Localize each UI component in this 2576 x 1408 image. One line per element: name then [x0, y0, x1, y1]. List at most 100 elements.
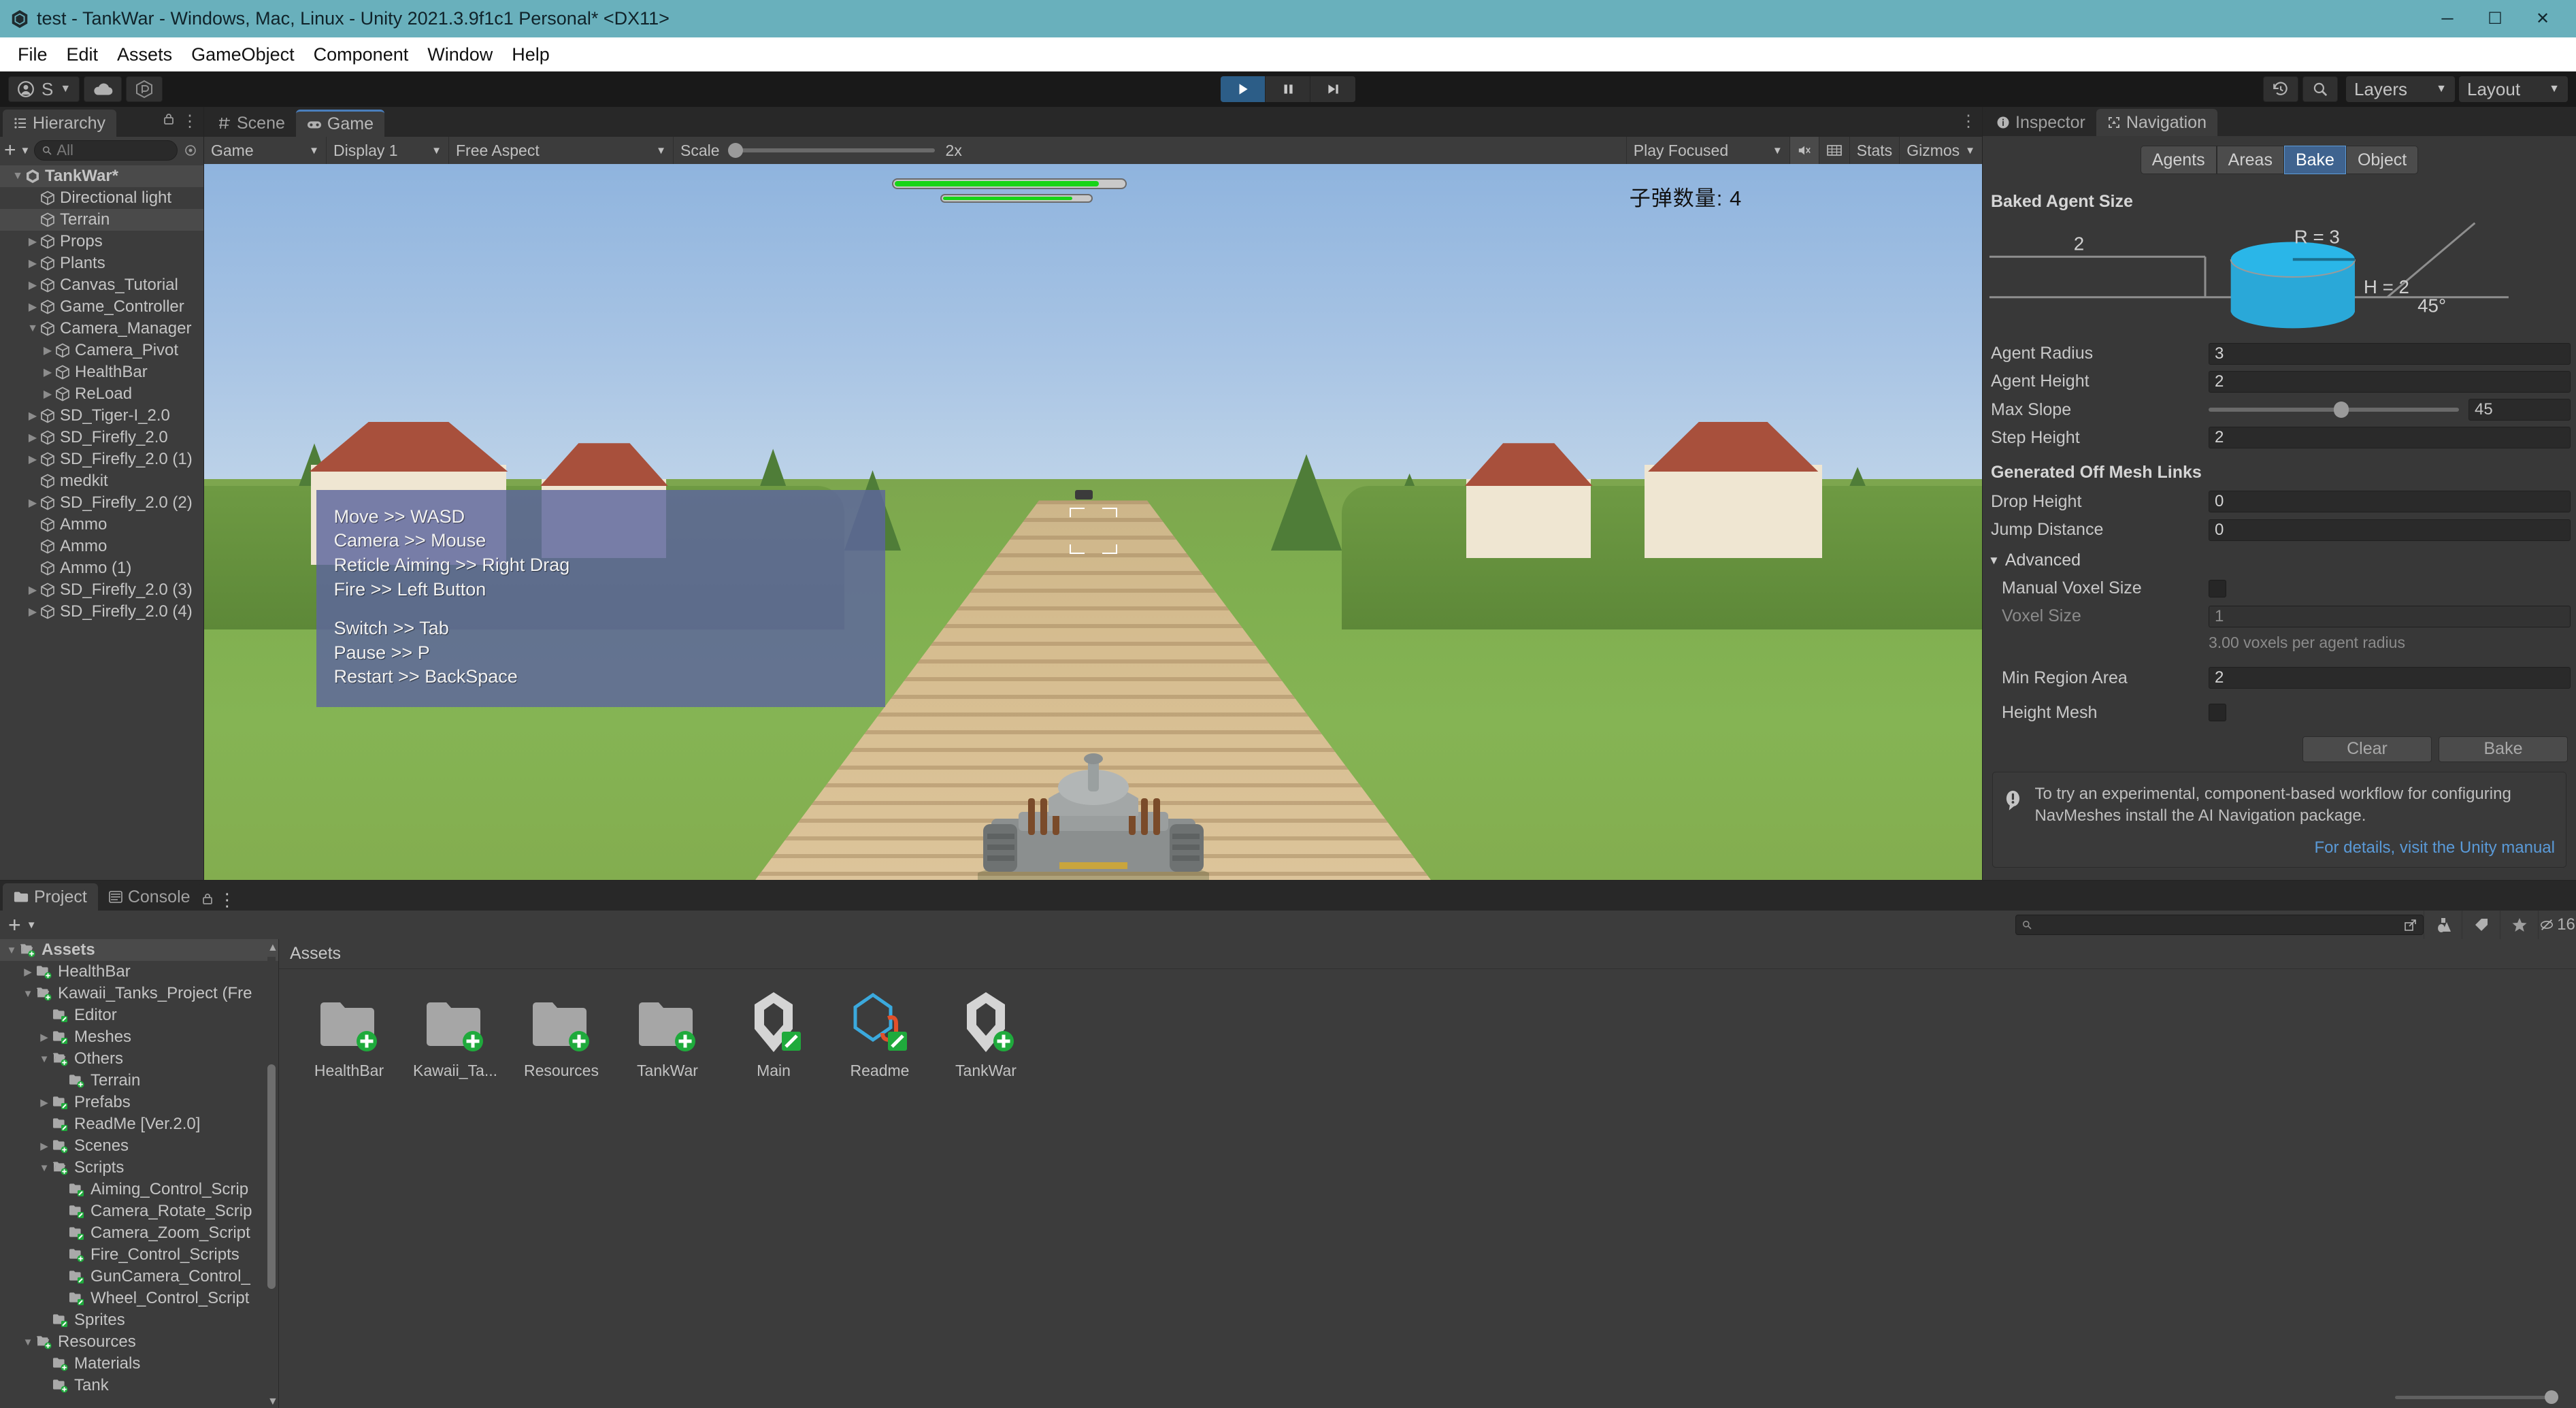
hierarchy-item-game-controller[interactable]: ▶ Game_Controller	[0, 296, 203, 318]
hierarchy-item-directional-light[interactable]: Directional light	[0, 187, 203, 209]
tab-scene[interactable]: Scene	[207, 110, 296, 137]
project-tree-item-sprites[interactable]: Sprites	[0, 1309, 278, 1331]
disclosure-triangle-icon[interactable]: ▶	[26, 300, 39, 314]
field-agent-height-input[interactable]: 2	[2209, 370, 2571, 393]
field-max-slope-value[interactable]: 45	[2468, 399, 2571, 421]
tab-inspector[interactable]: Inspector	[1985, 109, 2096, 137]
disclosure-triangle-icon[interactable]: ▶	[26, 257, 39, 270]
disclosure-triangle-icon[interactable]: ▶	[26, 235, 39, 248]
project-tree-item-others[interactable]: ▼ Others	[0, 1048, 278, 1070]
project-search-input[interactable]	[2015, 915, 2424, 935]
field-drop-height[interactable]: Drop Height 0	[1983, 488, 2576, 516]
scroll-down-icon[interactable]: ▼	[267, 1396, 278, 1408]
project-tree-item-fire-control-scripts[interactable]: Fire_Control_Scripts	[0, 1244, 278, 1266]
asset-card[interactable]: Readme	[833, 988, 927, 1080]
project-tree-item-camera-rotate-scrip[interactable]: Camera_Rotate_Scrip	[0, 1200, 278, 1222]
asset-card[interactable]: TankWar	[621, 988, 714, 1080]
play-button[interactable]	[1221, 76, 1266, 102]
project-tree-item-kawaii-tanks-project-fre[interactable]: ▼ Kawaii_Tanks_Project (Fre	[0, 983, 278, 1004]
project-lock-icon[interactable]	[201, 889, 218, 910]
project-tree-item-resources[interactable]: ▼ Resources	[0, 1331, 278, 1353]
asset-card[interactable]: Resources	[514, 988, 608, 1080]
disclosure-triangle-icon[interactable]: ▶	[37, 1096, 52, 1109]
disclosure-triangle-icon[interactable]: ▶	[41, 344, 54, 357]
game-target-dropdown[interactable]: Game ▼	[204, 137, 327, 164]
tab-navigation[interactable]: Navigation	[2096, 109, 2217, 137]
disclosure-triangle-icon[interactable]: ▶	[41, 387, 54, 401]
zoom-track[interactable]	[2395, 1390, 2558, 1404]
hierarchy-item-ammo[interactable]: Ammo	[0, 536, 203, 557]
asset-card[interactable]: TankWar	[939, 988, 1033, 1080]
game-scale-slider[interactable]: Scale 2x	[674, 137, 1627, 164]
project-tree-item-scripts[interactable]: ▼ Scripts	[0, 1157, 278, 1179]
zoom-knob[interactable]	[2545, 1390, 2558, 1404]
project-tree-item-terrain[interactable]: Terrain	[0, 1070, 278, 1092]
filter-label-icon[interactable]	[2462, 911, 2500, 939]
bake-button[interactable]: Bake	[2439, 736, 2568, 762]
menu-gameobject[interactable]: GameObject	[182, 37, 304, 71]
project-tree-item-tank[interactable]: Tank	[0, 1375, 278, 1396]
disclosure-triangle-icon[interactable]: ▼	[4, 945, 19, 956]
cloud-button[interactable]	[84, 76, 122, 102]
field-agent-radius[interactable]: Agent Radius 3	[1983, 340, 2576, 367]
disclosure-triangle-icon[interactable]: ▼	[26, 323, 39, 335]
hierarchy-item-ammo[interactable]: Ammo	[0, 514, 203, 536]
tab-hierarchy[interactable]: Hierarchy	[3, 110, 116, 137]
field-max-slope[interactable]: Max Slope 45	[1983, 395, 2576, 423]
game-gizmos-dropdown[interactable]: Gizmos ▼	[1900, 137, 1982, 164]
project-tree-scrollbar[interactable]: ▲ ▼	[266, 942, 278, 1408]
services-button[interactable]	[126, 76, 163, 102]
hierarchy-tree[interactable]: ▼ TankWar* Directional light Terrain ▶ Pr…	[0, 164, 203, 880]
nav-tab-bake[interactable]: Bake	[2283, 146, 2346, 175]
hierarchy-item-sd-firefly-2-0-3[interactable]: ▶ SD_Firefly_2.0 (3)	[0, 579, 203, 601]
maximize-button[interactable]: ☐	[2471, 0, 2519, 37]
game-playmode-dropdown[interactable]: Play Focused ▼	[1627, 137, 1790, 164]
disclosure-triangle-icon[interactable]: ▼	[20, 988, 35, 1000]
project-tree-item-readme-ver-2-0[interactable]: ReadMe [Ver.2.0]	[0, 1113, 278, 1135]
game-display-dropdown[interactable]: Display 1 ▼	[327, 137, 449, 164]
nav-tab-object[interactable]: Object	[2345, 146, 2419, 175]
project-tree-item-camera-zoom-script[interactable]: Camera_Zoom_Script	[0, 1222, 278, 1244]
menu-edit[interactable]: Edit	[57, 37, 108, 71]
undo-history-button[interactable]	[2263, 76, 2298, 102]
menu-help[interactable]: Help	[502, 37, 559, 71]
asset-card[interactable]: Kawaii_Ta...	[408, 988, 502, 1080]
asset-zoom-slider[interactable]	[279, 1384, 2576, 1408]
disclosure-triangle-icon[interactable]: ▶	[26, 605, 39, 619]
hierarchy-item-ammo-1[interactable]: Ammo (1)	[0, 557, 203, 579]
game-aspect-dropdown[interactable]: Free Aspect ▼	[449, 137, 674, 164]
step-button[interactable]	[1310, 76, 1355, 102]
expand-search-icon[interactable]	[2404, 918, 2417, 932]
close-button[interactable]: ✕	[2519, 0, 2566, 37]
scale-track[interactable]	[727, 143, 935, 158]
star-icon[interactable]	[2500, 911, 2538, 939]
advanced-foldout[interactable]: ▼ Advanced	[1983, 544, 2576, 574]
project-tree-item-healthbar[interactable]: ▶ HealthBar	[0, 961, 278, 983]
disclosure-triangle-icon[interactable]: ▶	[26, 431, 39, 444]
disclosure-triangle-icon[interactable]: ▼	[20, 1337, 35, 1348]
hierarchy-item-props[interactable]: ▶ Props	[0, 231, 203, 252]
hierarchy-add-button[interactable]: + ▼	[4, 140, 30, 161]
disclosure-triangle-icon[interactable]: ▶	[26, 496, 39, 510]
menu-component[interactable]: Component	[304, 37, 418, 71]
field-jump-distance[interactable]: Jump Distance 0	[1983, 516, 2576, 544]
global-search-button[interactable]	[2302, 76, 2338, 102]
field-drop-height-input[interactable]: 0	[2209, 491, 2571, 513]
disclosure-triangle-icon[interactable]: ▶	[41, 365, 54, 379]
field-step-height[interactable]: Step Height 2	[1983, 424, 2576, 452]
project-more-icon[interactable]: ⋮	[218, 889, 236, 910]
menu-file[interactable]: File	[8, 37, 57, 71]
clear-button[interactable]: Clear	[2302, 736, 2432, 762]
minimize-button[interactable]: ─	[2424, 0, 2471, 37]
max-slope-slider[interactable]	[2209, 402, 2459, 419]
hierarchy-item-camera-manager[interactable]: ▼ Camera_Manager	[0, 318, 203, 340]
infobox-link[interactable]: For details, visit the Unity manual	[2034, 837, 2555, 859]
field-min-region-area[interactable]: Min Region Area 2	[1983, 664, 2576, 692]
hierarchy-item-sd-firefly-2-0[interactable]: ▶ SD_Firefly_2.0	[0, 427, 203, 448]
hierarchy-item-sd-firefly-2-0-1[interactable]: ▶ SD_Firefly_2.0 (1)	[0, 448, 203, 470]
hierarchy-lock-icon[interactable]	[163, 112, 175, 131]
game-framedebug-button[interactable]	[1819, 137, 1850, 164]
project-tree-item-wheel-control-script[interactable]: Wheel_Control_Script	[0, 1288, 278, 1309]
disclosure-triangle-icon[interactable]: ▶	[37, 1140, 52, 1152]
disclosure-triangle-icon[interactable]: ▶	[26, 409, 39, 423]
